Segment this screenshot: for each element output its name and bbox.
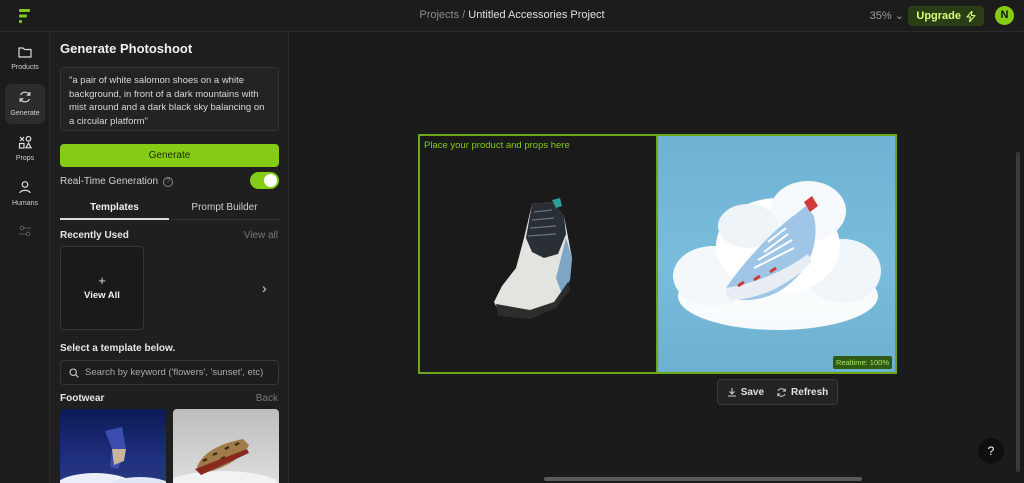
canvas-area: Place your product and props here Realti… <box>290 32 1024 483</box>
horizontal-scrollbar[interactable] <box>544 477 862 481</box>
chevron-right-icon[interactable]: › <box>262 280 267 296</box>
nav-products-label: Products <box>11 64 39 71</box>
toggle-knob <box>264 174 277 187</box>
nav-generate-label: Generate <box>10 110 40 117</box>
save-button[interactable]: Save <box>727 387 764 398</box>
refresh-icon <box>777 387 786 397</box>
nav-generate[interactable]: Generate <box>5 84 45 124</box>
realtime-badge: Realtime: 100% <box>833 356 892 369</box>
vertical-scrollbar[interactable] <box>1016 152 1020 472</box>
breadcrumb-current-project[interactable]: Untitled Accessories Project <box>468 9 604 21</box>
search-icon <box>69 367 79 378</box>
view-all-card[interactable]: + View All <box>60 246 144 330</box>
realtime-toggle[interactable] <box>250 172 279 189</box>
lightning-icon <box>966 10 976 22</box>
product-shoe-image[interactable] <box>482 198 592 323</box>
category-heading: Footwear <box>60 393 105 404</box>
search-input[interactable] <box>85 367 275 378</box>
help-circle-icon[interactable]: ? <box>163 176 174 187</box>
generated-result-image[interactable]: Realtime: 100% <box>658 134 897 374</box>
save-label: Save <box>740 386 765 398</box>
nav-humans[interactable]: Humans <box>5 174 45 214</box>
template-search[interactable] <box>60 360 279 385</box>
view-all-link[interactable]: View all <box>244 230 278 241</box>
tab-prompt-builder[interactable]: Prompt Builder <box>170 202 279 213</box>
zoom-dropdown[interactable]: 35% ⌄ <box>870 9 904 22</box>
template-thumbnail-2[interactable] <box>173 409 279 483</box>
recently-used-heading: Recently Used <box>60 230 129 241</box>
sliders-icon <box>19 225 31 237</box>
shapes-icon <box>18 135 32 149</box>
user-avatar[interactable]: N <box>995 6 1014 25</box>
generated-scene-image <box>673 181 881 330</box>
placement-hint: Place your product and props here <box>424 140 570 151</box>
folder-icon <box>18 47 32 58</box>
back-link[interactable]: Back <box>256 393 278 404</box>
view-all-card-label: View All <box>84 290 120 301</box>
left-nav-rail: Products Generate Props Humans <box>0 32 50 483</box>
refresh-label: Refresh <box>791 386 829 398</box>
realtime-generation-row: Real-Time Generation ? <box>60 176 174 187</box>
tab-templates[interactable]: Templates <box>60 202 169 213</box>
template-2-image <box>173 439 279 483</box>
upgrade-button[interactable]: Upgrade <box>908 6 984 26</box>
help-button[interactable]: ? <box>978 438 1004 464</box>
nav-humans-label: Humans <box>11 200 39 207</box>
generate-button[interactable]: Generate <box>60 144 279 167</box>
nav-props-label: Props <box>15 155 35 162</box>
plus-icon: + <box>98 273 106 288</box>
person-icon <box>19 181 31 194</box>
refresh-button[interactable]: Refresh <box>776 387 828 398</box>
nav-products[interactable]: Products <box>5 40 45 80</box>
upgrade-label: Upgrade <box>916 10 961 22</box>
template-thumbnail-1[interactable] <box>60 409 166 483</box>
realtime-label: Real-Time Generation <box>60 176 159 187</box>
chevron-down-icon: ⌄ <box>894 10 904 22</box>
top-bar: Projects / Untitled Accessories Project … <box>0 0 1024 32</box>
download-icon <box>727 388 736 397</box>
template-1-image <box>60 427 166 483</box>
breadcrumb-projects[interactable]: Projects <box>419 9 459 21</box>
refresh-icon <box>19 91 31 103</box>
zoom-value: 35% <box>869 10 892 22</box>
breadcrumb-separator: / <box>459 9 469 21</box>
canvas-actions: Save Refresh <box>717 379 838 405</box>
nav-props[interactable]: Props <box>5 129 45 169</box>
nav-settings[interactable] <box>5 218 45 258</box>
panel-tabs: Templates Prompt Builder <box>60 198 279 220</box>
product-placement-area[interactable]: Place your product and props here <box>418 134 658 374</box>
panel-title: Generate Photoshoot <box>60 41 193 56</box>
active-tab-indicator <box>60 218 169 220</box>
select-template-heading: Select a template below. <box>60 343 176 354</box>
prompt-textarea[interactable]: "a pair of white salomon shoes on a whit… <box>60 67 279 131</box>
generate-panel: Generate Photoshoot "a pair of white sal… <box>50 32 289 483</box>
